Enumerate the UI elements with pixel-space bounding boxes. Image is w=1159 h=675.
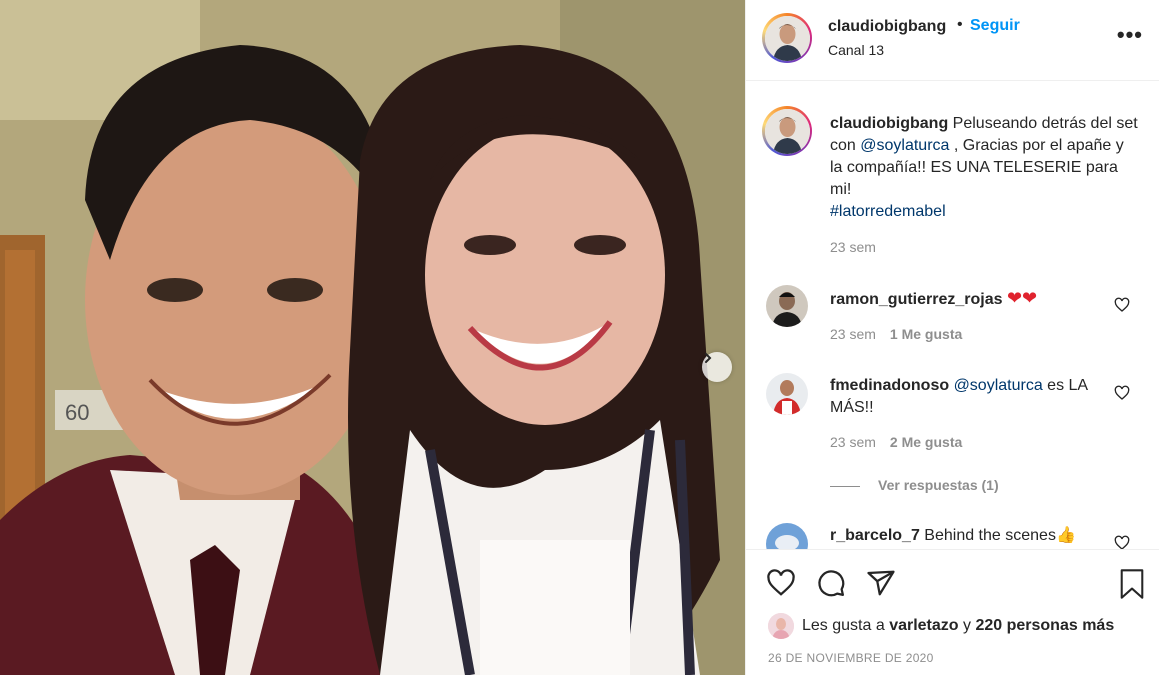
view-replies-label: Ver respuestas (1) (878, 477, 999, 493)
comment-mention[interactable]: @soylaturca (954, 377, 1043, 394)
commenter-avatar-image (766, 523, 808, 549)
replies-line (830, 485, 860, 487)
post-date[interactable]: 26 DE NOVIEMBRE DE 2020 (768, 651, 934, 665)
comment-username[interactable]: fmedinadonoso (830, 377, 949, 394)
like-heart-icon[interactable] (766, 568, 796, 598)
like-comment-heart-icon[interactable] (1114, 385, 1130, 401)
caption-avatar[interactable] (762, 106, 812, 156)
comment-text: fmedinadonoso @soylaturca es LA MÁS!! (830, 375, 1100, 419)
likes-summary[interactable]: Les gusta a varletazo y 220 personas más (768, 613, 1114, 639)
comments-list[interactable]: claudiobigbang Peluseando detrás del set… (746, 81, 1159, 549)
heart-emoji: ❤❤ (1006, 288, 1038, 308)
post-header: claudiobigbang • Seguir Canal 13 ••• (746, 0, 1159, 81)
post-photo[interactable]: 60 (0, 0, 745, 675)
likes-mid: y (963, 617, 972, 634)
liker-avatar[interactable] (768, 613, 794, 639)
caption-avatar-image (764, 108, 810, 154)
share-send-icon[interactable] (866, 568, 896, 598)
caption-hashtag[interactable]: #latorredemabel (830, 203, 946, 220)
comment-bubble-icon[interactable] (816, 568, 846, 598)
author-avatar[interactable] (762, 13, 812, 63)
comment-time[interactable]: 23 sem (830, 434, 876, 450)
commenter-avatar-image (766, 285, 808, 327)
follow-button[interactable]: Seguir (970, 17, 1020, 35)
view-replies-button[interactable]: Ver respuestas (1) (830, 477, 999, 493)
commenter-avatar[interactable] (766, 523, 808, 549)
caption-username[interactable]: claudiobigbang (830, 115, 948, 132)
liker-username[interactable]: varletazo (889, 617, 958, 635)
comment-body: Behind the scenes👍 (919, 527, 1076, 544)
caption-time[interactable]: 23 sem (830, 239, 876, 255)
commenter-avatar[interactable] (766, 373, 808, 415)
liker-avatar-image (768, 613, 794, 639)
caption-text: claudiobigbang Peluseando detrás del set… (830, 113, 1140, 223)
comment-username[interactable]: ramon_gutierrez_rojas (830, 291, 1003, 308)
comment-likes[interactable]: 2 Me gusta (890, 434, 962, 450)
others-count[interactable]: 220 personas más (975, 617, 1114, 635)
comment-username[interactable]: r_barcelo_7 (830, 527, 920, 544)
comment-text: r_barcelo_7 Behind the scenes👍 (830, 525, 1100, 547)
comment-likes[interactable]: 1 Me gusta (890, 326, 962, 342)
commenter-avatar[interactable] (766, 285, 808, 327)
svg-text:60: 60 (65, 400, 89, 425)
like-comment-heart-icon[interactable] (1114, 297, 1130, 313)
comment-time[interactable]: 23 sem (830, 326, 876, 342)
author-username[interactable]: claudiobigbang (828, 18, 946, 36)
like-comment-heart-icon[interactable] (1114, 535, 1130, 549)
author-avatar-image (764, 15, 810, 61)
more-options-button[interactable]: ••• (1117, 24, 1143, 46)
comment-meta: 23 sem 1 Me gusta (830, 326, 962, 342)
comment-text: ramon_gutierrez_rojas ❤❤ (830, 287, 1100, 311)
post-actions: Les gusta a varletazo y 220 personas más… (746, 549, 1159, 675)
likes-prefix: Les gusta a (802, 617, 885, 634)
post-side-panel: claudiobigbang • Seguir Canal 13 ••• cla… (745, 0, 1159, 675)
caption-mention[interactable]: @soylaturca (860, 137, 949, 154)
more-horizontal-icon: ••• (1116, 22, 1143, 47)
comment-meta: 23 sem 2 Me gusta (830, 434, 962, 450)
post-location[interactable]: Canal 13 (828, 42, 884, 58)
commenter-avatar-image (766, 373, 808, 415)
chevron-right-icon (705, 353, 712, 363)
save-bookmark-icon[interactable] (1118, 568, 1146, 600)
carousel-next-button[interactable] (702, 352, 732, 382)
photo-illustration: 60 (0, 0, 745, 675)
separator-dot: • (957, 16, 963, 33)
